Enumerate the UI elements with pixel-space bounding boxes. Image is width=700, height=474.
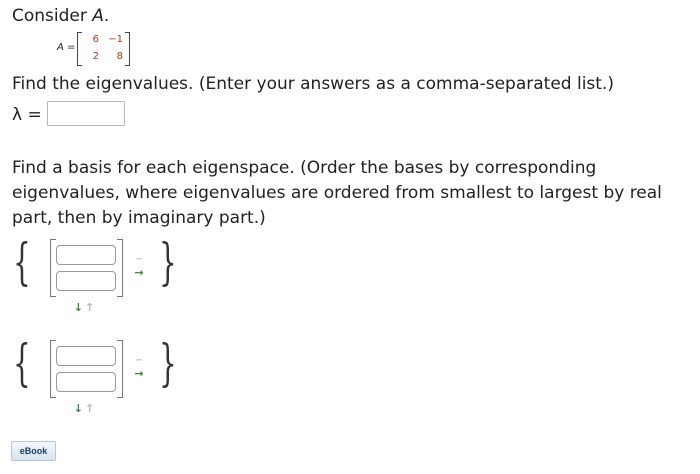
vector-entry-input[interactable]: [56, 346, 116, 366]
basis-prompt-line-2: eigenvalues, where eigenvalues are order…: [12, 183, 662, 203]
heading-suffix: .: [103, 6, 110, 26]
problem-heading: Consider A.: [12, 4, 109, 29]
remove-row-icon[interactable]: ↑: [85, 402, 94, 415]
heading-prefix: Consider: [12, 6, 93, 26]
question-page: Consider A. A = 6 −1 2 8 Find the eigenv…: [0, 0, 700, 474]
eigenvalues-input[interactable]: [47, 101, 125, 126]
vector-entry-input[interactable]: [56, 372, 116, 392]
heading-variable: A: [92, 6, 104, 26]
matrix-lhs: A =: [57, 42, 75, 53]
basis-prompt-line-1: Find a basis for each eigenspace. (Order…: [12, 158, 597, 178]
set-right-brace: }: [159, 233, 177, 291]
matrix-entry: 8: [116, 51, 123, 62]
row-controls: ↓ ↑: [64, 302, 104, 314]
add-column-icon[interactable]: →: [132, 368, 146, 379]
vector-right-bracket: [117, 239, 123, 297]
set-left-brace: {: [13, 334, 31, 392]
ebook-button[interactable]: eBook: [11, 441, 56, 461]
add-row-icon[interactable]: ↓: [74, 402, 83, 415]
matrix-entry: −1: [108, 34, 123, 45]
lambda-label: λ =: [12, 105, 42, 125]
matrix-entry: 2: [92, 51, 99, 62]
remove-column-icon[interactable]: −: [132, 356, 146, 366]
vector-right-bracket: [117, 340, 123, 398]
matrix-right-bracket: [125, 32, 130, 66]
eigenspace-basis-2: { − → } ↓ ↑: [12, 333, 182, 425]
basis-prompt-line-3: part, then by imaginary part.): [12, 208, 266, 228]
set-left-brace: {: [13, 233, 31, 291]
matrix-lhs-variable: A: [57, 42, 64, 53]
add-row-icon[interactable]: ↓: [74, 301, 83, 314]
row-controls: ↓ ↑: [64, 403, 104, 415]
set-right-brace: }: [159, 334, 177, 392]
remove-row-icon[interactable]: ↑: [85, 301, 94, 314]
matrix-lhs-equals: =: [63, 42, 76, 53]
vector-entry-input[interactable]: [56, 271, 116, 291]
matrix-entry: 6: [92, 34, 99, 45]
vector-entry-input[interactable]: [56, 245, 116, 265]
eigenvalues-prompt: Find the eigenvalues. (Enter your answer…: [12, 74, 614, 94]
remove-column-icon[interactable]: −: [132, 255, 146, 265]
add-column-icon[interactable]: →: [132, 267, 146, 278]
eigenspace-basis-1: { − → } ↓ ↑: [12, 232, 182, 324]
